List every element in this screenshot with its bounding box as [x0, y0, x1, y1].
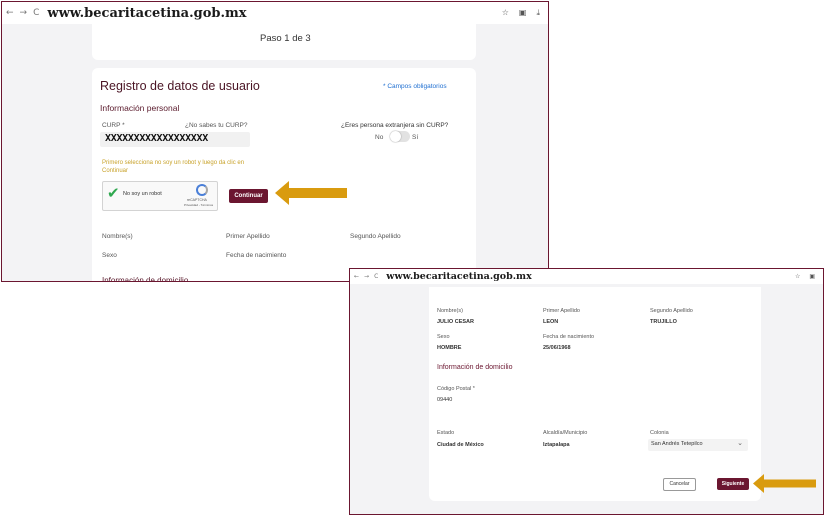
toggle-no-label: No [375, 134, 384, 141]
sexo-label: Sexo [437, 334, 450, 340]
step-indicator: Paso 1 de 3 [260, 33, 311, 44]
toolbar-right: ☆ ▣ ⤓ [502, 8, 540, 18]
captcha-terms[interactable]: Privacidad - Términos [184, 203, 213, 207]
domicilio-heading: Información de domicilio [437, 364, 513, 371]
codigo-postal-input[interactable]: 09440 [435, 394, 531, 406]
toggle-knob [390, 131, 401, 142]
browser-window-step1-filled: ← → C www.becaritacetina.gob.mx ☆ ▣ Nomb… [349, 268, 824, 515]
curp-input[interactable]: XXXXXXXXXXXXXXXXXX [100, 132, 250, 147]
robot-hint: Primero selecciona no soy un robot y lue… [102, 160, 245, 174]
foreign-question: ¿Eres persona extranjera sin CURP? [341, 122, 449, 129]
foreign-toggle[interactable] [390, 131, 410, 142]
nombres-label: Nombre(s) [102, 233, 133, 240]
browser-window-step1: ← → C www.becaritacetina.gob.mx ☆ ▣ ⤓ Pa… [1, 1, 549, 282]
codigo-postal-label: Código Postal * [437, 386, 475, 392]
extensions-icon[interactable]: ▣ [519, 8, 527, 18]
primer-apellido-value: LEON [543, 319, 559, 325]
registration-form-card: Registro de datos de usuario * Campos ob… [92, 68, 476, 282]
forward-icon[interactable]: → [364, 273, 369, 280]
nombres-label: Nombre(s) [437, 308, 463, 314]
fecha-nacimiento-label: Fecha de nacimiento [543, 334, 595, 340]
extensions-icon[interactable]: ▣ [809, 273, 815, 280]
checkmark-icon[interactable]: ✔ [107, 184, 120, 202]
cancel-button[interactable]: Cancelar [663, 478, 696, 491]
domicilio-heading: Información de domicilio [102, 276, 189, 282]
sexo-value: HOMBRE [437, 345, 462, 351]
curp-value: XXXXXXXXXXXXXXXXXX [105, 133, 208, 144]
segundo-apellido-label: Segundo Apellido [350, 233, 401, 240]
address-bar[interactable]: www.becaritacetina.gob.mx [47, 6, 501, 21]
fecha-nacimiento-label: Fecha de nacimiento [226, 252, 287, 259]
recaptcha-widget[interactable]: ✔ No soy un robot reCAPTCHA Privacidad -… [102, 181, 218, 211]
toggle-si-label: Sí [412, 134, 419, 141]
download-icon[interactable]: ⤓ [536, 8, 540, 18]
highlight-arrow-icon [275, 181, 347, 205]
captcha-brand: reCAPTCHA [187, 198, 207, 202]
personal-info-heading: Información personal [100, 103, 180, 113]
estado-value: Ciudad de México [437, 442, 484, 448]
chevron-down-icon: ⌄ [737, 440, 743, 447]
back-icon[interactable]: ← [354, 273, 359, 280]
highlight-arrow-icon [753, 474, 816, 493]
sexo-label: Sexo [102, 252, 117, 259]
curp-help-link[interactable]: ¿No sabes tu CURP? [185, 122, 248, 129]
primer-apellido-label: Primer Apellido [226, 233, 270, 240]
colonia-label: Colonia [650, 430, 669, 436]
estado-label: Estado [437, 430, 455, 436]
alcaldia-value: Iztapalapa [543, 442, 570, 448]
primer-apellido-label: Primer Apellido [543, 308, 580, 314]
segundo-apellido-value: TRUJILLO [650, 319, 677, 325]
required-note: * Campos obligatorios [383, 83, 447, 90]
nav-buttons-2: ← → C [354, 273, 378, 280]
reload-icon[interactable]: C [33, 8, 39, 18]
address-bar-2[interactable]: www.becaritacetina.gob.mx [386, 271, 795, 282]
continue-button[interactable]: Continuar [229, 189, 268, 203]
curp-label: CURP * [102, 122, 125, 129]
step-card: Paso 1 de 3 [92, 20, 476, 60]
segundo-apellido-label: Segundo Apellido [650, 308, 693, 314]
fecha-nacimiento-value: 25/06/1968 [543, 345, 571, 351]
colonia-select[interactable]: San Andrés Tetepilco ⌄ [648, 439, 748, 451]
star-icon[interactable]: ☆ [502, 8, 509, 18]
forward-icon[interactable]: → [20, 8, 28, 18]
nombres-value: JULIO CESAR [437, 319, 474, 325]
alcaldia-label: Alcaldía/Municipio [543, 430, 588, 436]
back-icon[interactable]: ← [6, 8, 14, 18]
browser-toolbar-2: ← → C www.becaritacetina.gob.mx ☆ ▣ [350, 269, 823, 284]
next-button[interactable]: Siguiente [717, 478, 749, 490]
recaptcha-logo-icon [196, 184, 208, 196]
star-icon[interactable]: ☆ [795, 273, 800, 280]
toolbar-right-2: ☆ ▣ [795, 273, 815, 280]
reload-icon[interactable]: C [374, 273, 378, 280]
form-title: Registro de datos de usuario [100, 79, 260, 93]
codigo-postal-value: 09440 [437, 397, 453, 403]
nav-buttons: ← → C [6, 8, 39, 18]
filled-form-card: Nombre(s) JULIO CESAR Primer Apellido LE… [429, 287, 761, 501]
colonia-value: San Andrés Tetepilco [651, 441, 703, 447]
captcha-label: No soy un robot [123, 191, 162, 197]
